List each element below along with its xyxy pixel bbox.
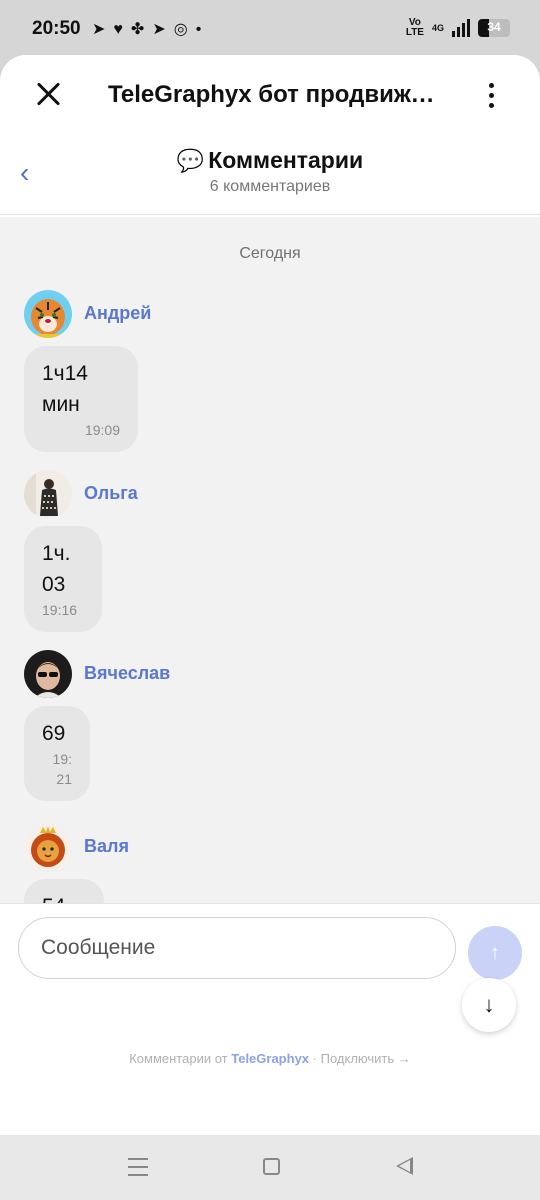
- comment-bubble: 1ч. 03 19:16: [24, 526, 102, 632]
- comment-text: 54: [42, 891, 86, 903]
- telegram-icon: ➤: [152, 21, 166, 38]
- more-menu-button[interactable]: [482, 81, 502, 111]
- dot-icon: •: [195, 21, 202, 38]
- message-input[interactable]: [18, 917, 456, 979]
- comment-time: 19: 21: [52, 751, 72, 787]
- signal-icon: [452, 19, 470, 37]
- comment-text: 1ч. 03: [42, 542, 71, 596]
- brand-link[interactable]: TeleGraphyx: [231, 1051, 309, 1066]
- battery-level: 34: [487, 20, 501, 34]
- scroll-down-button[interactable]: ↓: [462, 978, 516, 1032]
- comment-bubble: 1ч14 мин 19:09: [24, 346, 138, 452]
- day-separator: Сегодня: [239, 245, 301, 262]
- avatar[interactable]: [24, 650, 72, 698]
- back-nav-button[interactable]: [396, 1157, 413, 1175]
- composer: ↑ ↓ Комментарии от TeleGraphyx · Подключ…: [0, 903, 540, 1135]
- volte-indicator: Vo LTE: [405, 17, 424, 38]
- comment-author[interactable]: Валя: [84, 836, 129, 857]
- comment-text: 69: [42, 722, 66, 745]
- powered-by-footer: Комментарии от TeleGraphyx · Подключить …: [129, 1051, 411, 1066]
- status-indicators: Vo LTE 4G 34: [406, 18, 510, 38]
- arrow-up-icon: ↑: [490, 942, 500, 964]
- status-time: 20:50: [32, 18, 81, 39]
- status-bar: 20:50 ➤ ♥ ✤ ➤ ◎ • Vo LTE 4G 34: [0, 0, 540, 58]
- comment-text: 1ч14 мин: [42, 362, 88, 416]
- comment-author[interactable]: Вячеслав: [84, 663, 170, 684]
- avatar[interactable]: [24, 290, 72, 338]
- battery-icon: 34: [478, 19, 510, 37]
- heart-icon: ♥: [113, 21, 123, 38]
- connect-link[interactable]: Подключить →: [321, 1051, 411, 1066]
- avatar[interactable]: [24, 470, 72, 518]
- comment-bubble: 69 19: 21: [24, 706, 90, 801]
- comment-bubble: 54: [24, 879, 104, 903]
- telegram-icon: ➤: [92, 21, 106, 38]
- avatar[interactable]: [24, 823, 72, 871]
- comments-feed[interactable]: Сегодня Андрей 1ч14 мин 19:09 Ольга 1ч. …: [0, 217, 540, 903]
- comments-count: 6 комментариев: [209, 178, 331, 195]
- network-type: 4G: [431, 22, 444, 33]
- home-button[interactable]: [263, 1158, 280, 1175]
- comment-author[interactable]: Андрей: [84, 303, 151, 324]
- system-nav-bar: [0, 1135, 540, 1200]
- recent-apps-button[interactable]: [128, 1158, 148, 1176]
- webapp-sheet: TeleGraphyx бот продвижения ‹ 💬 Комментар…: [0, 55, 540, 1135]
- arrow-down-icon: ↓: [483, 992, 495, 1017]
- speech-bubble-icon: 💬: [176, 148, 205, 173]
- comment-time: 19:16: [42, 602, 78, 618]
- chat-icon: ◎: [173, 21, 188, 38]
- close-button[interactable]: [30, 77, 66, 113]
- comment-time: 19:09: [84, 422, 120, 438]
- send-button[interactable]: ↑: [468, 926, 522, 980]
- comments-title: 💬 Комментарии: [176, 147, 364, 173]
- webapp-header: TeleGraphyx бот продвижения: [0, 55, 540, 135]
- comment-author[interactable]: Ольга: [84, 483, 138, 504]
- webapp-title: TeleGraphyx бот продвижения: [108, 81, 440, 108]
- pinwheel-icon: ✤: [130, 21, 145, 38]
- notification-icons: ➤ ♥ ✤ ➤ ◎ •: [92, 20, 201, 40]
- comments-header: ‹ 💬 Комментарии 6 комментариев: [0, 135, 540, 215]
